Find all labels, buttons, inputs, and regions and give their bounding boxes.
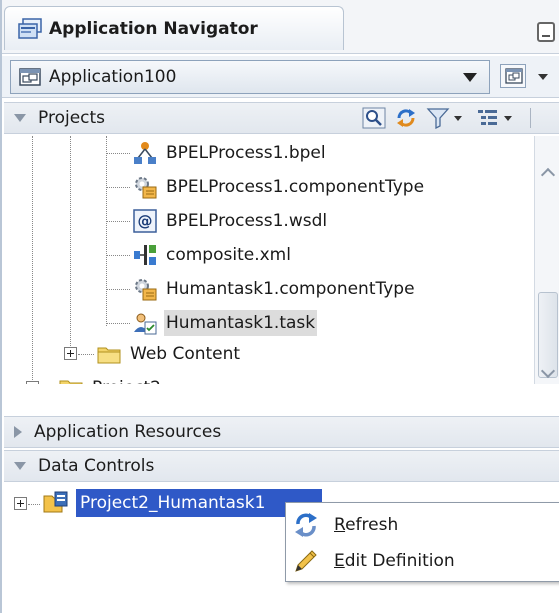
tree-item-label: BPELProcess1.bpel [166,143,326,163]
filter-dropdown-icon[interactable] [454,115,462,121]
mnemonic-letter: E [334,551,345,571]
search-icon[interactable] [362,107,386,129]
folder-icon [96,341,122,367]
component-type-icon [132,276,158,302]
context-menu-rest: efresh [345,515,399,535]
options-dropdown-icon[interactable] [504,115,512,121]
minimize-icon[interactable] [537,22,555,42]
application-menu-icon[interactable] [500,64,526,88]
projects-tree[interactable]: BPELProcess1.bpel BPELProcess1.component… [4,136,533,384]
tree-item-label: composite.xml [166,245,291,265]
application-icon [19,68,41,86]
tree-item-label: Web Content [130,344,241,364]
svg-text:@: @ [138,212,153,230]
tree-guide-line [70,136,71,358]
context-menu: Refresh Edit Definition [285,502,559,582]
panel-title-tab[interactable]: Application Navigator [4,6,344,50]
projects-toolbar [362,107,531,130]
scroll-up-icon[interactable] [540,167,556,183]
context-menu-item-edit-definition[interactable]: Edit Definition [286,543,559,579]
tree-item-label: Humantask1.task [164,310,318,336]
context-menu-rest: dit Definition [344,551,455,571]
tree-item-label: BPELProcess1.wsdl [166,211,328,231]
application-navigator-panel: Application Navigator Application100 Pro… [0,0,559,613]
wsdl-icon: @ [132,208,158,234]
projects-label: Projects [38,108,106,128]
projects-scrollbar[interactable] [534,136,559,384]
application-bar: Application100 [2,56,559,98]
panel-title: Application Navigator [49,18,258,39]
tree-guide-line [32,136,33,384]
tree-item-label: Humantask1.componentType [166,279,415,299]
expand-icon[interactable] [26,381,39,384]
tree-item-humantask1-task[interactable]: Humantask1.task [132,306,318,340]
tree-item-bpelprocess1-wsdl[interactable]: @ BPELProcess1.wsdl [132,204,329,238]
data-controls-section-header[interactable]: Data Controls [4,450,559,482]
expand-triangle-icon[interactable] [14,426,22,438]
app-menu-dropdown-icon[interactable] [538,74,548,80]
tree-item-bpelprocess1-bpel[interactable]: BPELProcess1.bpel [132,136,328,170]
tree-item-bpelprocess1-componenttype[interactable]: BPELProcess1.componentType [132,170,426,204]
panel-header: Application Navigator [2,0,559,54]
tree-item-label: BPELProcess1.componentType [166,177,425,197]
navigator-icon [17,17,43,40]
data-control-icon [42,490,70,516]
tree-guide-line [106,136,107,326]
options-icon[interactable] [476,107,500,129]
collapse-triangle-icon[interactable] [14,114,26,122]
data-control-item[interactable]: Project2_Humantask1 [42,486,322,520]
application-resources-section-header[interactable]: Application Resources [4,416,559,448]
project-icon [58,375,84,384]
context-menu-item-refresh[interactable]: Refresh [286,507,559,543]
chevron-down-icon[interactable] [463,73,477,82]
pencil-icon [292,547,320,575]
data-controls-label: Data Controls [38,456,155,476]
component-type-icon [132,174,158,200]
filter-icon[interactable] [426,107,450,130]
context-menu-label: Refresh [334,515,398,535]
bpel-process-icon [132,140,158,166]
expand-icon[interactable] [14,497,27,510]
tree-item-label: Project2 [90,375,163,384]
application-name: Application100 [49,67,177,87]
mnemonic-letter: R [334,515,346,535]
application-selector[interactable]: Application100 [10,60,490,94]
refresh-icon[interactable] [394,107,418,129]
human-task-icon [132,310,158,336]
refresh-icon [292,511,320,539]
composite-icon [132,242,158,268]
context-menu-label: Edit Definition [334,551,455,571]
tree-item-web-content[interactable]: Web Content [96,337,242,371]
tree-item-composite-xml[interactable]: composite.xml [132,238,293,272]
tree-item-humantask1-componenttype[interactable]: Humantask1.componentType [132,272,417,306]
projects-section-header[interactable]: Projects [4,102,559,134]
toolbar-separator [530,108,531,128]
collapse-triangle-icon[interactable] [14,462,26,470]
application-resources-label: Application Resources [34,422,222,442]
tree-item-project2[interactable]: Project2 [58,371,163,384]
expand-icon[interactable] [64,347,77,360]
